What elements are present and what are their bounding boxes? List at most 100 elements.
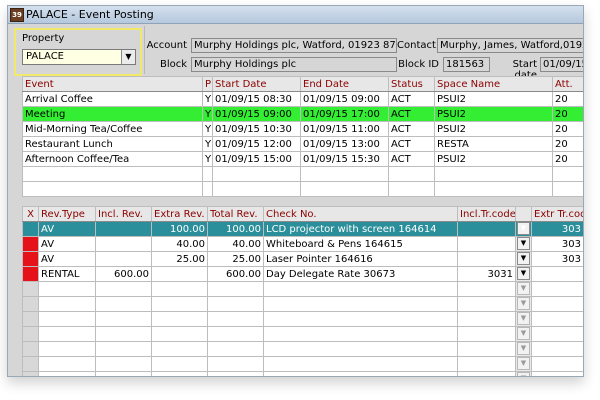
event-row-empty[interactable] bbox=[22, 181, 583, 197]
dropdown-arrow-icon[interactable]: ▼ bbox=[517, 267, 530, 281]
col-lookup bbox=[515, 206, 532, 222]
col-rev-type[interactable]: Rev.Type bbox=[38, 206, 96, 222]
incl-tr-code bbox=[457, 251, 516, 267]
extr-tr-code: 303 bbox=[531, 221, 583, 237]
block-id-field: 181563 bbox=[443, 57, 490, 72]
event-att: 20 bbox=[552, 151, 583, 167]
col-end-date[interactable]: End Date bbox=[300, 76, 389, 92]
dropdown-arrow-icon[interactable]: ▼ bbox=[517, 312, 530, 326]
event-row[interactable]: Mid-Morning Tea/Coffee Y 01/09/15 10:30 … bbox=[22, 121, 583, 137]
event-space: PSUI2 bbox=[434, 151, 553, 167]
event-p: Y bbox=[202, 151, 213, 167]
dropdown-arrow-icon[interactable]: ▼ bbox=[517, 327, 530, 341]
event-row-selected[interactable]: Meeting Y 01/09/15 09:00 01/09/15 17:00 … bbox=[22, 106, 583, 122]
revenue-table: X Rev.Type Incl. Rev. Extra Rev. Total R… bbox=[22, 206, 583, 376]
revenue-row-empty[interactable]: ▼ bbox=[22, 356, 583, 372]
col-status[interactable]: Status bbox=[388, 76, 435, 92]
revenue-row-empty[interactable]: ▼ bbox=[22, 296, 583, 312]
revenue-row-empty[interactable]: ▼ bbox=[22, 326, 583, 342]
app-icon: 39 bbox=[10, 8, 24, 22]
col-att[interactable]: Att. bbox=[552, 76, 583, 92]
event-p: Y bbox=[202, 106, 213, 122]
event-name: Restaurant Lunch bbox=[22, 136, 203, 152]
property-select[interactable]: PALACE ▼ bbox=[22, 49, 136, 65]
col-extra-rev[interactable]: Extra Rev. bbox=[151, 206, 208, 222]
delete-marker[interactable] bbox=[22, 236, 39, 252]
event-name: Meeting bbox=[22, 106, 203, 122]
col-event[interactable]: Event bbox=[22, 76, 203, 92]
revenue-row[interactable]: RENTAL 600.00 600.00 Day Delegate Rate 3… bbox=[22, 266, 583, 282]
rev-type: RENTAL bbox=[38, 266, 96, 282]
block-header: Account Murphy Holdings plc, Watford, 01… bbox=[144, 26, 583, 81]
check-no: LCD projector with screen 164614 bbox=[263, 221, 458, 237]
event-p: Y bbox=[202, 121, 213, 137]
delete-marker[interactable] bbox=[22, 266, 39, 282]
rev-type: AV bbox=[38, 251, 96, 267]
event-space: PSUI2 bbox=[434, 91, 553, 107]
event-name: Afternoon Coffee/Tea bbox=[22, 151, 203, 167]
revenue-row[interactable]: AV 25.00 25.00 Laser Pointer 164616 ▼ 30… bbox=[22, 251, 583, 267]
extra-rev bbox=[151, 266, 208, 282]
event-row-empty[interactable] bbox=[22, 166, 583, 182]
event-att: 20 bbox=[552, 91, 583, 107]
event-p: Y bbox=[202, 91, 213, 107]
col-extr-tr-code[interactable]: Extr Tr.code bbox=[531, 206, 583, 222]
event-end: 01/09/15 09:00 bbox=[300, 91, 389, 107]
col-delete-x: X bbox=[22, 206, 39, 222]
dropdown-arrow-icon[interactable]: ▼ bbox=[517, 342, 530, 356]
revenue-row-empty[interactable]: ▼ bbox=[22, 341, 583, 357]
delete-marker[interactable] bbox=[22, 251, 39, 267]
dropdown-arrow-icon[interactable]: ▼ bbox=[517, 222, 530, 236]
revenue-header-row: X Rev.Type Incl. Rev. Extra Rev. Total R… bbox=[22, 206, 583, 222]
event-start: 01/09/15 08:30 bbox=[212, 91, 301, 107]
extra-rev: 100.00 bbox=[151, 221, 208, 237]
event-name: Mid-Morning Tea/Coffee bbox=[22, 121, 203, 137]
extra-rev: 25.00 bbox=[151, 251, 208, 267]
account-label: Account bbox=[146, 40, 187, 51]
dropdown-arrow-icon[interactable]: ▼ bbox=[121, 50, 135, 64]
revenue-row[interactable]: AV 40.00 40.00 Whiteboard & Pens 164615 … bbox=[22, 236, 583, 252]
col-p[interactable]: P bbox=[202, 76, 213, 92]
event-p: Y bbox=[202, 136, 213, 152]
event-start: 01/09/15 10:30 bbox=[212, 121, 301, 137]
check-no: Day Delegate Rate 30673 bbox=[263, 266, 458, 282]
total-rev: 100.00 bbox=[207, 221, 264, 237]
events-header-row: Event P Start Date End Date Status Space… bbox=[22, 76, 583, 92]
dropdown-arrow-icon[interactable]: ▼ bbox=[517, 252, 530, 266]
col-total-rev[interactable]: Total Rev. bbox=[207, 206, 264, 222]
col-incl-tr-code[interactable]: Incl.Tr.code bbox=[457, 206, 516, 222]
event-status: ACT bbox=[388, 151, 435, 167]
revenue-row-empty[interactable]: ▼ bbox=[22, 281, 583, 297]
event-row[interactable]: Arrival Coffee Y 01/09/15 08:30 01/09/15… bbox=[22, 91, 583, 107]
col-start-date[interactable]: Start Date bbox=[212, 76, 301, 92]
dropdown-arrow-icon[interactable]: ▼ bbox=[517, 282, 530, 296]
delete-marker[interactable] bbox=[22, 221, 39, 237]
col-incl-rev[interactable]: Incl. Rev. bbox=[95, 206, 152, 222]
incl-tr-code bbox=[457, 236, 516, 252]
event-start: 01/09/15 09:00 bbox=[212, 106, 301, 122]
event-space: PSUI2 bbox=[434, 106, 553, 122]
rev-type: AV bbox=[38, 221, 96, 237]
revenue-row-empty[interactable]: ▼ bbox=[22, 311, 583, 327]
dropdown-arrow-icon[interactable]: ▼ bbox=[517, 297, 530, 311]
col-check-no[interactable]: Check No. bbox=[263, 206, 458, 222]
event-end: 01/09/15 17:00 bbox=[300, 106, 389, 122]
revenue-row-selected[interactable]: AV 100.00 100.00 LCD projector with scre… bbox=[22, 221, 583, 237]
event-row[interactable]: Restaurant Lunch Y 01/09/15 12:00 01/09/… bbox=[22, 136, 583, 152]
extr-tr-code: 303 bbox=[531, 236, 583, 252]
block-id-label: Block ID bbox=[398, 59, 439, 70]
event-row[interactable]: Afternoon Coffee/Tea Y 01/09/15 15:00 01… bbox=[22, 151, 583, 167]
revenue-row-empty[interactable]: ▼ bbox=[22, 371, 583, 376]
property-value: PALACE bbox=[26, 51, 64, 62]
extr-tr-code bbox=[531, 266, 583, 282]
dropdown-arrow-icon[interactable]: ▼ bbox=[517, 237, 530, 251]
event-status: ACT bbox=[388, 136, 435, 152]
incl-rev bbox=[95, 221, 152, 237]
block-field: Murphy Holdings plc bbox=[191, 57, 397, 72]
col-space-name[interactable]: Space Name bbox=[434, 76, 553, 92]
check-no: Laser Pointer 164616 bbox=[263, 251, 458, 267]
contact-label: Contact bbox=[397, 40, 436, 51]
dropdown-arrow-icon[interactable]: ▼ bbox=[517, 372, 530, 376]
event-end: 01/09/15 13:00 bbox=[300, 136, 389, 152]
dropdown-arrow-icon[interactable]: ▼ bbox=[517, 357, 530, 371]
